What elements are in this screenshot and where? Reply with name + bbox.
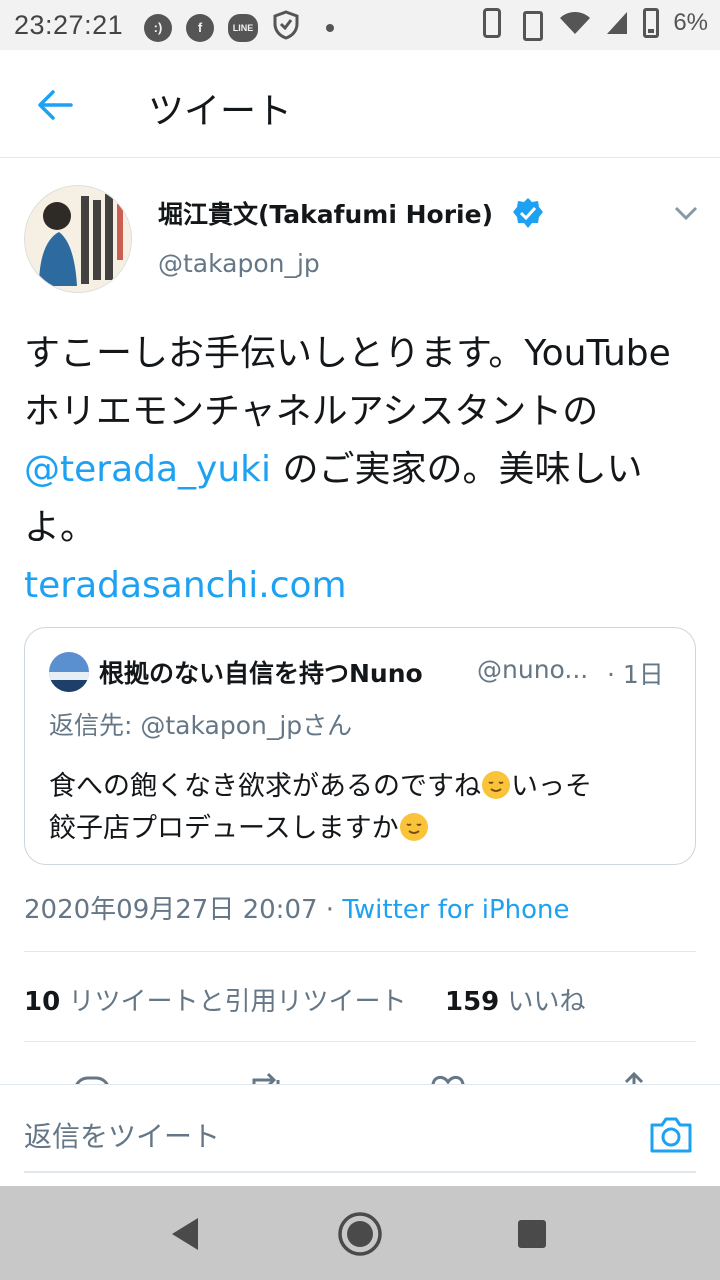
nav-recents-icon[interactable]: [508, 1210, 556, 1258]
camera-icon[interactable]: [648, 1111, 694, 1157]
battery-icon: [643, 8, 660, 38]
navigation-bar: [0, 1186, 720, 1280]
reply-underline: [24, 1171, 696, 1173]
status-bar: 23:27:21 :) f LINE 6%: [0, 0, 720, 50]
tweet-source-link[interactable]: Twitter for iPhone: [342, 895, 569, 925]
facebook-icon: f: [186, 13, 214, 42]
quoted-author-handle: @nuno...: [477, 655, 589, 684]
reply-to-label: 返信先: @takapon_jpさん: [49, 711, 353, 740]
dot-icon: [326, 23, 334, 32]
back-button[interactable]: [30, 80, 80, 130]
reply-input[interactable]: 返信をツイート: [24, 1115, 220, 1155]
battery-percent: 6%: [673, 9, 708, 36]
relieved-face-icon: [399, 813, 428, 841]
line-icon: LINE: [228, 13, 258, 42]
divider: [24, 1041, 696, 1042]
author-name[interactable]: 堀江貴文(Takafumi Horie): [158, 195, 493, 231]
verified-badge-icon: [513, 198, 543, 228]
shield-icon: [272, 10, 300, 45]
retweets-count: 10: [24, 987, 61, 1017]
nav-home-icon[interactable]: [336, 1210, 384, 1258]
likes-count: 159: [444, 987, 500, 1017]
author-avatar[interactable]: [24, 185, 132, 293]
tweet-timestamp: 2020年09月27日 20:07 ·: [24, 895, 343, 925]
app-bar: ツイート: [0, 50, 720, 158]
tweet-body: すこーしお手伝いしとります。YouTubeホリエモンチャネルアシスタントの @t…: [24, 325, 704, 615]
system-icons: 6%: [483, 8, 708, 41]
likes-label: いいね: [499, 987, 586, 1017]
page-title: ツイート: [148, 91, 293, 132]
quoted-author-name: 根拠のない自信を持つNuno: [99, 659, 423, 688]
status-time: 23:27:21: [14, 10, 124, 40]
divider: [24, 951, 696, 952]
likes-stat[interactable]: 159 いいね: [445, 987, 586, 1017]
signal-icon: [607, 12, 628, 34]
phone-icon: [483, 8, 502, 38]
tweet-stats: 10 リツイートと引用リツイート 159 いいね: [24, 981, 586, 1018]
quoted-tweet[interactable]: 根拠のない自信を持つNuno @nuno... · 1日 返信先: @takap…: [24, 627, 696, 865]
wifi-icon: [560, 12, 591, 34]
quoted-text-2: 餃子店プロデュースしますか: [49, 813, 399, 844]
notification-icons: :) f LINE: [144, 10, 334, 45]
quoted-time: · 1日: [607, 660, 664, 689]
author-handle[interactable]: @takapon_jp: [158, 249, 320, 278]
quoted-author-avatar: [49, 652, 89, 692]
tweet-actions: [0, 1064, 720, 1086]
retweets-label: リツイートと引用リツイート: [60, 987, 407, 1017]
nav-back-icon[interactable]: [162, 1210, 210, 1258]
quoted-text: 食への飽くなき欲求があるのですね いっそ 餃子店プロデュースしますか: [49, 766, 679, 850]
relieved-face-icon: [482, 771, 510, 799]
tweet-meta: 2020年09月27日 20:07 · Twitter for iPhone: [24, 889, 570, 926]
url-link[interactable]: teradasanchi.com: [24, 565, 347, 606]
back-arrow-icon: [38, 90, 73, 120]
smiley-icon: :): [144, 13, 172, 42]
vibrate-icon: [515, 9, 545, 41]
mention-link[interactable]: @terada_yuki: [24, 449, 271, 490]
tweet-text: すこーしお手伝いしとります。YouTubeホリエモンチャネルアシスタントの: [24, 333, 671, 432]
quoted-text-1b: いっそ: [511, 771, 592, 802]
reply-bar: 返信をツイート: [0, 1084, 720, 1186]
chevron-down-icon[interactable]: [670, 201, 702, 225]
quoted-text-1: 食への飽くなき欲求があるのですね: [49, 771, 481, 802]
retweets-stat[interactable]: 10 リツイートと引用リツイート: [24, 987, 406, 1017]
